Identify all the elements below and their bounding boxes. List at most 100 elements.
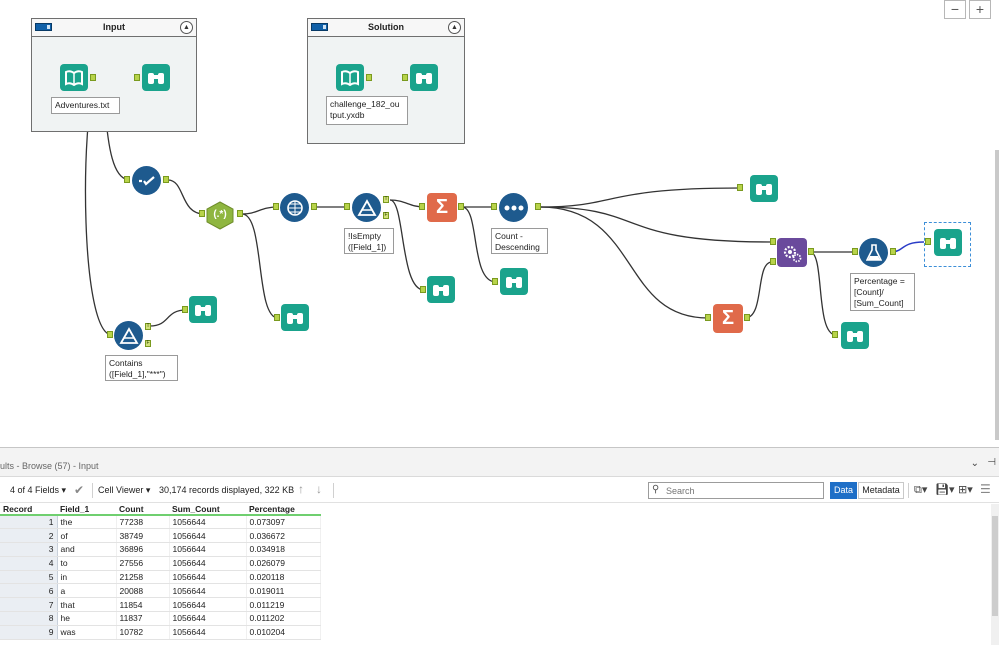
output-anchor[interactable] [744, 314, 750, 321]
text-to-columns-tool[interactable] [280, 193, 309, 222]
input-anchor[interactable] [107, 331, 113, 338]
table-row[interactable]: 3 and 36896 1056644 0.034918 [0, 542, 321, 557]
table-row[interactable]: 2 of 38749 1056644 0.036672 [0, 528, 321, 544]
fields-selector[interactable]: 4 of 4 Fields ▾ [10, 485, 66, 496]
input-anchor[interactable] [344, 203, 350, 210]
input-anchor[interactable] [852, 248, 858, 255]
table-row[interactable]: 1 the 77238 1056644 0.073097 [0, 515, 321, 530]
input-anchor[interactable] [832, 331, 838, 338]
input-anchor[interactable] [491, 203, 497, 210]
workflow-canvas[interactable]: Input ▲ Solution ▲ Adventures.txt challe… [0, 0, 999, 447]
input-anchor[interactable] [925, 238, 931, 245]
input-anchor[interactable] [182, 306, 188, 313]
collapse-chevron-icon[interactable]: ▲ [180, 21, 193, 34]
table-options-icon[interactable]: ⊞▾ [958, 483, 973, 496]
browse-tool-contains[interactable] [189, 296, 217, 323]
regex-tool[interactable]: (.*) [205, 201, 235, 230]
source-anchor[interactable] [770, 258, 776, 265]
data-view-button[interactable]: Data [830, 482, 857, 499]
save-icon[interactable]: 💾︎▾ [935, 483, 955, 496]
arrow-down-icon[interactable]: ↓ [316, 482, 322, 496]
binoculars-icon [756, 183, 772, 195]
table-row[interactable]: 7 that 11854 1056644 0.011219 [0, 597, 321, 613]
input-anchor[interactable] [419, 203, 425, 210]
browse-tool-solution[interactable] [410, 64, 438, 91]
arrow-up-icon[interactable]: ↑ [298, 482, 304, 496]
pin-icon[interactable]: ⊣ [987, 457, 996, 468]
input-anchor[interactable] [492, 278, 498, 285]
column-header-percentage[interactable]: Percentage [246, 504, 320, 516]
input-anchor[interactable] [273, 203, 279, 210]
sort-tool[interactable] [499, 193, 528, 222]
scrollbar-thumb[interactable] [992, 516, 998, 616]
column-header-count[interactable]: Count [116, 504, 169, 516]
table-row[interactable]: 8 he 11837 1056644 0.011202 [0, 611, 321, 626]
column-header-field1[interactable]: Field_1 [57, 504, 116, 516]
output-anchor[interactable] [890, 248, 896, 255]
results-vertical-scrollbar[interactable] [991, 504, 999, 645]
solution-container-header[interactable]: Solution ▲ [308, 19, 464, 37]
false-anchor[interactable]: F [383, 212, 389, 219]
browse-tool-selected[interactable] [934, 229, 962, 256]
input-anchor[interactable] [402, 74, 408, 81]
summarize-tool[interactable]: Σ [427, 193, 457, 222]
input-data-tool-adventures[interactable] [60, 64, 88, 91]
count-cell: 21258 [116, 570, 170, 585]
browse-tool-sort[interactable] [750, 175, 778, 202]
count-cell: 20088 [116, 583, 170, 599]
input-data-tool-solution[interactable] [336, 64, 364, 91]
input-anchor[interactable] [274, 314, 280, 321]
true-anchor[interactable]: T [383, 196, 389, 203]
metadata-view-button[interactable]: Metadata [858, 482, 904, 499]
output-anchor[interactable] [366, 74, 372, 81]
table-row[interactable]: 6 a 20088 1056644 0.019011 [0, 583, 321, 599]
target-anchor[interactable] [770, 238, 776, 245]
output-anchor[interactable] [90, 74, 96, 81]
menu-icon[interactable]: ☰ [980, 482, 991, 496]
table-row[interactable]: 9 was 10782 1056644 0.010204 [0, 625, 321, 640]
browse-tool-regex[interactable] [281, 304, 309, 331]
column-header-sum-count[interactable]: Sum_Count [169, 504, 246, 516]
record-cell: 7 [0, 597, 58, 613]
copy-icon[interactable]: ⧉▾ [914, 483, 927, 497]
table-row[interactable]: 5 in 21258 1056644 0.020118 [0, 570, 321, 585]
zoom-in-button[interactable]: + [969, 0, 991, 19]
input-anchor[interactable] [737, 184, 743, 191]
output-anchor[interactable] [237, 210, 243, 217]
summarize-tool-total[interactable]: Σ [713, 304, 743, 333]
solution-container[interactable]: Solution ▲ [307, 18, 465, 144]
output-anchor[interactable] [458, 203, 464, 210]
collapse-chevron-icon[interactable]: ▲ [448, 21, 461, 34]
append-fields-tool[interactable] [777, 238, 807, 267]
output-anchor[interactable] [808, 248, 814, 255]
canvas-vertical-scrollbar[interactable] [995, 150, 999, 440]
true-anchor[interactable]: T [145, 323, 151, 330]
output-anchor[interactable] [311, 203, 317, 210]
chevron-down-icon[interactable]: ⌄ [971, 458, 979, 469]
browse-tool-filter[interactable] [427, 276, 455, 303]
false-anchor[interactable]: F [145, 340, 151, 347]
search-input[interactable] [666, 484, 816, 497]
browse-tool-append[interactable] [841, 322, 869, 349]
input-container-header[interactable]: Input ▲ [32, 19, 196, 37]
cell-viewer-dropdown[interactable]: Cell Viewer ▾ [98, 485, 150, 496]
column-header-record[interactable]: Record [0, 504, 57, 516]
check-icon[interactable]: ✔ [74, 483, 84, 497]
filter-tool-isempty[interactable] [352, 193, 381, 222]
zoom-out-button[interactable]: − [944, 0, 966, 19]
input-anchor[interactable] [134, 74, 140, 81]
input-anchor[interactable] [124, 176, 130, 183]
browse-tool-input[interactable] [142, 64, 170, 91]
results-grid[interactable]: Record Field_1 Count Sum_Count Percentag… [0, 504, 323, 640]
input-anchor[interactable] [705, 314, 711, 321]
output-anchor[interactable] [535, 203, 541, 210]
input-anchor[interactable] [420, 286, 426, 293]
browse-tool-summarize[interactable] [500, 268, 528, 295]
select-tool[interactable] [132, 166, 161, 195]
input-container[interactable]: Input ▲ [31, 18, 197, 132]
filter-tool-contains[interactable] [114, 321, 143, 350]
formula-tool[interactable] [859, 238, 888, 267]
table-row[interactable]: 4 to 27556 1056644 0.026079 [0, 556, 321, 571]
output-anchor[interactable] [163, 176, 169, 183]
search-box[interactable]: ⚲ [648, 482, 824, 499]
